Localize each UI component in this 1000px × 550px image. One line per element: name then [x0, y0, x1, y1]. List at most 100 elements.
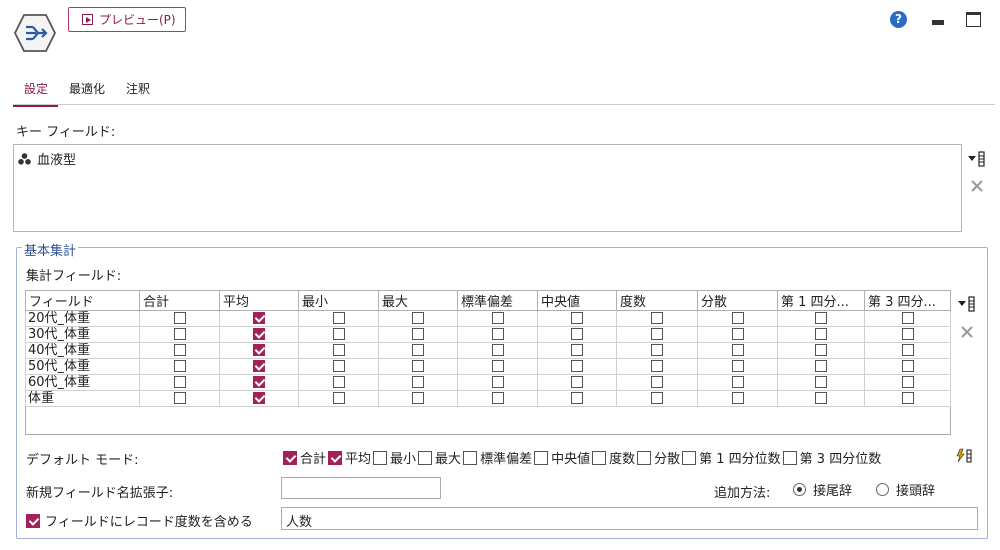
default-mode-checkbox[interactable] [782, 450, 797, 465]
checkbox-mean[interactable] [253, 376, 265, 388]
add-agg-field-icon[interactable] [957, 295, 977, 313]
checkbox-sum[interactable] [173, 344, 186, 356]
checkbox-median[interactable] [571, 312, 583, 324]
checkbox-count[interactable] [651, 328, 663, 340]
checkbox-q1[interactable] [815, 344, 827, 356]
checkbox-count[interactable] [651, 392, 663, 404]
checkbox-min[interactable] [332, 344, 345, 356]
default-mode-option[interactable]: 中央値 [534, 448, 592, 467]
checkbox-max[interactable] [412, 312, 424, 324]
checkbox-mean[interactable] [253, 344, 265, 356]
checkbox-q3[interactable] [901, 392, 914, 404]
checkbox-median[interactable] [571, 392, 583, 404]
checkbox-q1[interactable] [815, 392, 827, 404]
checkbox-sdev[interactable] [491, 312, 504, 324]
radio-prefix[interactable]: 接頭辞 [876, 480, 935, 499]
checkbox-q3[interactable] [901, 360, 914, 372]
checkbox-q1[interactable] [815, 360, 827, 372]
help-icon[interactable]: ? [890, 11, 907, 28]
col-header-min[interactable]: 最小 [298, 290, 379, 311]
default-mode-checkbox[interactable] [328, 450, 343, 465]
radio-prefix-button[interactable] [876, 483, 889, 496]
checkbox-q3[interactable] [901, 328, 914, 340]
default-mode-option[interactable]: 第 1 四分位数 [682, 448, 783, 467]
checkbox-variance[interactable] [731, 360, 744, 372]
preview-button[interactable]: プレビュー(P) [68, 7, 186, 32]
default-mode-option[interactable]: 度数 [592, 448, 637, 467]
checkbox-q3[interactable] [901, 312, 914, 324]
radio-suffix-button[interactable] [793, 483, 806, 496]
checkbox-variance[interactable] [731, 376, 744, 388]
checkbox-sdev[interactable] [491, 344, 504, 356]
default-mode-option[interactable]: 第 3 四分位数 [782, 448, 884, 467]
checkbox-q1[interactable] [815, 328, 827, 340]
checkbox-variance[interactable] [731, 344, 744, 356]
checkbox-sdev[interactable] [491, 376, 504, 388]
default-mode-option[interactable]: 分散 [637, 448, 682, 467]
delete-key-field-icon[interactable] [970, 179, 984, 193]
checkbox-sum[interactable] [173, 360, 186, 372]
checkbox-max[interactable] [412, 392, 424, 404]
col-header-q3[interactable]: 第 3 四分... [864, 290, 951, 311]
default-mode-option[interactable]: 平均 [328, 448, 373, 467]
checkbox-max[interactable] [412, 376, 424, 388]
col-header-median[interactable]: 中央値 [537, 290, 617, 311]
checkbox-mean[interactable] [253, 360, 265, 372]
checkbox-variance[interactable] [731, 328, 744, 340]
checkbox-sdev[interactable] [491, 328, 504, 340]
default-mode-checkbox[interactable] [283, 450, 297, 465]
include-count-checkbox-row[interactable]: フィールドにレコード度数を含める [26, 511, 253, 530]
suffix-input[interactable] [281, 477, 441, 499]
col-header-variance[interactable]: 分散 [697, 290, 778, 311]
checkbox-median[interactable] [571, 376, 583, 388]
checkbox-median[interactable] [571, 328, 583, 340]
default-mode-option[interactable]: 最小 [373, 448, 418, 467]
checkbox-sum[interactable] [173, 328, 186, 340]
delete-agg-field-icon[interactable] [960, 325, 974, 339]
field-picker-icon[interactable] [967, 150, 987, 168]
checkbox-mean[interactable] [253, 312, 265, 324]
checkbox-q3[interactable] [901, 376, 914, 388]
include-count-checkbox[interactable] [26, 513, 40, 528]
checkbox-variance[interactable] [731, 312, 744, 324]
tab-settings[interactable]: 設定 [13, 76, 59, 107]
checkbox-q1[interactable] [815, 376, 827, 388]
col-header-sum[interactable]: 合計 [139, 290, 220, 311]
checkbox-sum[interactable] [173, 392, 186, 404]
checkbox-count[interactable] [651, 312, 663, 324]
checkbox-sum[interactable] [173, 312, 186, 324]
checkbox-max[interactable] [412, 328, 424, 340]
maximize-icon[interactable] [966, 12, 981, 27]
checkbox-mean[interactable] [253, 328, 265, 340]
col-header-count[interactable]: 度数 [616, 290, 698, 311]
checkbox-min[interactable] [332, 312, 345, 324]
count-field-input[interactable]: 人数 [281, 507, 978, 530]
checkbox-max[interactable] [412, 344, 424, 356]
checkbox-sdev[interactable] [491, 392, 504, 404]
checkbox-sdev[interactable] [491, 360, 504, 372]
default-mode-option[interactable]: 最大 [418, 448, 463, 467]
tab-annotation[interactable]: 注釈 [115, 76, 160, 107]
col-header-sdev[interactable]: 標準偏差 [457, 290, 538, 311]
checkbox-max[interactable] [412, 360, 424, 372]
checkbox-sum[interactable] [173, 376, 186, 388]
checkbox-median[interactable] [571, 344, 583, 356]
checkbox-count[interactable] [651, 344, 663, 356]
radio-suffix[interactable]: 接尾辞 [793, 480, 852, 499]
checkbox-count[interactable] [651, 360, 663, 372]
checkbox-min[interactable] [332, 328, 345, 340]
checkbox-q3[interactable] [901, 344, 914, 356]
apply-default-mode-icon[interactable] [955, 448, 973, 464]
checkbox-median[interactable] [571, 360, 583, 372]
default-mode-checkbox[interactable] [373, 450, 388, 465]
default-mode-checkbox[interactable] [637, 450, 652, 465]
checkbox-q1[interactable] [815, 312, 827, 324]
checkbox-variance[interactable] [731, 392, 744, 404]
col-header-q1[interactable]: 第 1 四分... [777, 290, 865, 311]
key-fields-list[interactable] [13, 144, 962, 232]
checkbox-min[interactable] [332, 392, 345, 404]
default-mode-checkbox[interactable] [592, 450, 607, 465]
tab-optimize[interactable]: 最適化 [58, 76, 115, 107]
default-mode-option[interactable]: 合計 [283, 448, 328, 467]
default-mode-checkbox[interactable] [463, 450, 478, 465]
